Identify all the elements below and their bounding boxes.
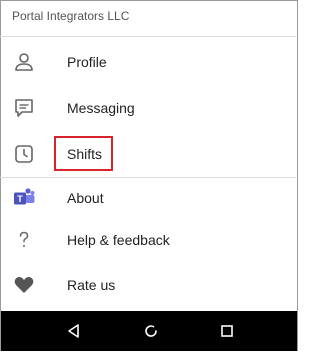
menu-item-profile[interactable]: Profile — [1, 40, 296, 84]
header-divider — [0, 36, 296, 37]
menu-item-messaging[interactable]: Messaging — [1, 86, 296, 130]
android-navigation-bar — [1, 311, 297, 351]
person-icon — [11, 49, 37, 75]
organization-name: Portal Integrators LLC — [12, 9, 130, 23]
highlight-box — [54, 136, 113, 171]
back-icon[interactable] — [63, 320, 85, 342]
question-icon — [11, 227, 37, 253]
menu-item-label: Messaging — [67, 100, 135, 116]
clock-icon — [11, 141, 37, 167]
menu-item-label: Help & feedback — [67, 232, 170, 248]
message-icon — [11, 95, 37, 121]
home-icon[interactable] — [140, 320, 162, 342]
menu-item-shifts[interactable]: Shifts — [1, 132, 296, 176]
recents-icon[interactable] — [216, 320, 238, 342]
menu-item-label: Profile — [67, 54, 107, 70]
heart-icon — [11, 272, 37, 298]
teams-icon: T — [11, 185, 37, 211]
menu-item-about[interactable]: T About — [1, 176, 296, 220]
menu-item-label: Rate us — [67, 277, 116, 293]
menu-item-label: About — [67, 190, 104, 206]
svg-text:T: T — [17, 194, 23, 204]
menu-item-rate-us[interactable]: Rate us — [1, 263, 296, 307]
menu-item-help-feedback[interactable]: Help & feedback — [1, 218, 296, 262]
